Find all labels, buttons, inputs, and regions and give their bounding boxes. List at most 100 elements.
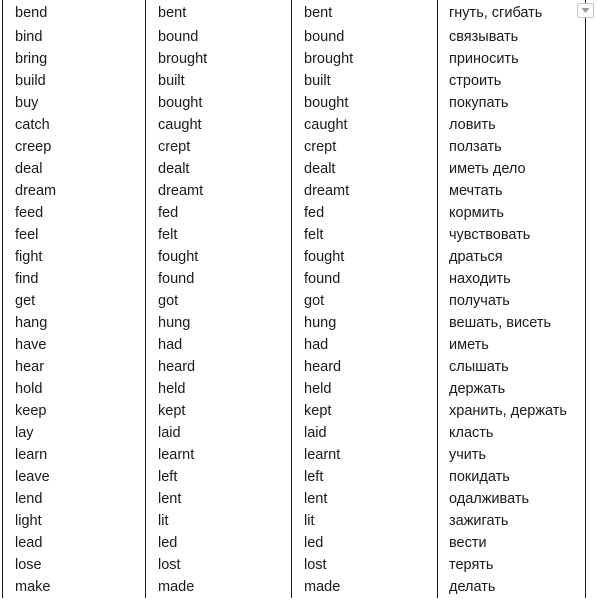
verb-past-simple: lost <box>145 554 292 576</box>
verb-past-participle: bought <box>291 92 438 114</box>
verb-past-participle: built <box>291 70 438 92</box>
irregular-verbs-panel: bend bent bent гнуть, сгибать bind bound bound… <box>0 0 597 603</box>
table-row: catch caught caught ловить <box>2 114 586 136</box>
verb-translation: зажигать <box>437 510 586 532</box>
verb-base-form: keep <box>2 400 146 422</box>
verb-past-simple: held <box>145 378 292 400</box>
verb-past-participle: brought <box>291 48 438 70</box>
verb-past-participle: heard <box>291 356 438 378</box>
verb-base-form: hold <box>2 378 146 400</box>
verb-past-simple: crept <box>145 136 292 158</box>
verb-translation: ловить <box>437 114 586 136</box>
verb-translation: чувствовать <box>437 224 586 246</box>
table-row: bring brought brought приносить <box>2 48 586 70</box>
verb-past-simple: dreamt <box>145 180 292 202</box>
verb-base-form: feel <box>2 224 146 246</box>
table-row: hang hung hung вешать, висеть <box>2 312 586 334</box>
verb-past-simple: dealt <box>145 158 292 180</box>
table-row: deal dealt dealt иметь дело <box>2 158 586 180</box>
verb-base-form: leave <box>2 466 146 488</box>
verb-past-participle: left <box>291 466 438 488</box>
table-row: get got got получать <box>2 290 586 312</box>
verb-base-form: build <box>2 70 146 92</box>
verb-translation: ползать <box>437 136 586 158</box>
verb-base-form: lend <box>2 488 146 510</box>
table-row: lose lost lost терять <box>2 554 586 576</box>
verb-past-participle: found <box>291 268 438 290</box>
verb-past-simple: fought <box>145 246 292 268</box>
verb-base-form: hear <box>2 356 146 378</box>
verb-past-simple: felt <box>145 224 292 246</box>
verb-base-form: fight <box>2 246 146 268</box>
verb-past-simple: lit <box>145 510 292 532</box>
verb-translation: драться <box>437 246 586 268</box>
table-row: lay laid laid класть <box>2 422 586 444</box>
verb-base-form: get <box>2 290 146 312</box>
table-row: light lit lit зажигать <box>2 510 586 532</box>
table-row: fight fought fought драться <box>2 246 586 268</box>
table-row: have had had иметь <box>2 334 586 356</box>
verb-past-participle: lit <box>291 510 438 532</box>
verb-translation: учить <box>437 444 586 466</box>
verb-past-simple: got <box>145 290 292 312</box>
verb-translation: покидать <box>437 466 586 488</box>
verb-base-form: bind <box>2 26 146 48</box>
verb-past-participle: crept <box>291 136 438 158</box>
verb-past-participle: learnt <box>291 444 438 466</box>
verb-base-form: dream <box>2 180 146 202</box>
verb-base-form: light <box>2 510 146 532</box>
table-row: lend lent lent одалживать <box>2 488 586 510</box>
verb-table-body: bend bent bent гнуть, сгибать bind bound bound… <box>2 0 586 598</box>
verb-past-simple: laid <box>145 422 292 444</box>
verb-past-simple: learnt <box>145 444 292 466</box>
verb-translation: приносить <box>437 48 586 70</box>
verb-translation: делать <box>437 576 586 598</box>
verb-past-simple: bound <box>145 26 292 48</box>
verb-base-form: buy <box>2 92 146 114</box>
verb-base-form: bring <box>2 48 146 70</box>
verb-past-simple: bent <box>145 0 292 26</box>
verb-base-form: find <box>2 268 146 290</box>
verb-translation: иметь <box>437 334 586 356</box>
table-row: creep crept crept ползать <box>2 136 586 158</box>
verb-past-participle: dreamt <box>291 180 438 202</box>
verb-base-form: lay <box>2 422 146 444</box>
table-row: buy bought bought покупать <box>2 92 586 114</box>
verb-past-simple: heard <box>145 356 292 378</box>
table-row: feed fed fed кормить <box>2 202 586 224</box>
verb-past-simple: made <box>145 576 292 598</box>
verb-past-simple: caught <box>145 114 292 136</box>
verb-past-simple: hung <box>145 312 292 334</box>
table-row: find found found находить <box>2 268 586 290</box>
verb-translation: хранить, держать <box>437 400 586 422</box>
table-row: make made made делать <box>2 576 586 598</box>
verb-base-form: make <box>2 576 146 598</box>
verb-translation: гнуть, сгибать <box>437 0 586 26</box>
verb-translation: вести <box>437 532 586 554</box>
verb-past-simple: built <box>145 70 292 92</box>
table-row: hear heard heard слышать <box>2 356 586 378</box>
verb-translation: находить <box>437 268 586 290</box>
chevron-down-icon[interactable] <box>577 3 594 18</box>
verb-base-form: bend <box>2 0 146 26</box>
verb-translation: класть <box>437 422 586 444</box>
verb-past-simple: fed <box>145 202 292 224</box>
verb-past-simple: found <box>145 268 292 290</box>
verb-past-participle: dealt <box>291 158 438 180</box>
verb-translation: получать <box>437 290 586 312</box>
verb-past-participle: bound <box>291 26 438 48</box>
verb-past-participle: caught <box>291 114 438 136</box>
verb-past-simple: brought <box>145 48 292 70</box>
verb-past-simple: left <box>145 466 292 488</box>
verb-translation: иметь дело <box>437 158 586 180</box>
table-row: learn learnt learnt учить <box>2 444 586 466</box>
table-row: bind bound bound связывать <box>2 26 586 48</box>
verb-past-participle: got <box>291 290 438 312</box>
verb-past-participle: held <box>291 378 438 400</box>
verb-past-participle: laid <box>291 422 438 444</box>
verb-past-simple: bought <box>145 92 292 114</box>
table-row: bend bent bent гнуть, сгибать <box>2 0 586 26</box>
table-row: keep kept kept хранить, держать <box>2 400 586 422</box>
table-row: feel felt felt чувствовать <box>2 224 586 246</box>
verb-base-form: lead <box>2 532 146 554</box>
